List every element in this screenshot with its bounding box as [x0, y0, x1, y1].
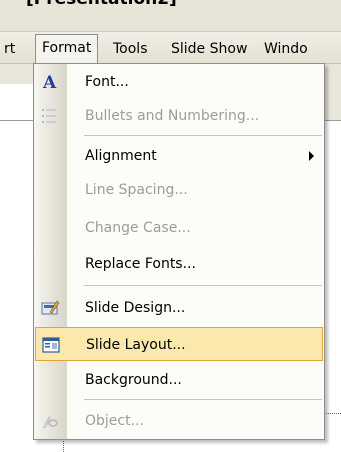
menu-window[interactable]: Windo — [264, 37, 308, 61]
window-title: [Presentation2] — [26, 0, 177, 9]
svg-text:A: A — [42, 73, 57, 92]
menu-item-change-case-label: Change Case... — [85, 220, 191, 236]
menu-slide-show[interactable]: Slide Show — [171, 37, 247, 61]
menu-item-object: Object... — [35, 404, 323, 438]
menu-item-slide-design[interactable]: Slide Design... — [35, 291, 323, 325]
menu-item-slide-layout[interactable]: Slide Layout... — [35, 327, 323, 361]
menu-item-change-case: Change Case... — [35, 211, 323, 245]
menu-item-alignment-label: Alignment — [85, 148, 157, 164]
format-menu-dropdown: A Font... Bullets and Numbering... Align… — [33, 63, 325, 440]
object-icon — [40, 411, 60, 431]
slide-design-icon — [40, 298, 60, 318]
menu-item-bullets-numbering: Bullets and Numbering... — [35, 99, 323, 133]
toolbar-strip-right — [325, 64, 341, 120]
menu-item-object-label: Object... — [85, 413, 144, 429]
menu-tools[interactable]: Tools — [113, 37, 148, 61]
menu-separator — [84, 135, 322, 136]
bullets-icon — [40, 106, 60, 126]
font-icon: A — [40, 72, 60, 93]
menu-item-alignment[interactable]: Alignment — [35, 139, 323, 173]
menu-item-replace-fonts[interactable]: Replace Fonts... — [35, 247, 323, 281]
menu-item-slide-design-label: Slide Design... — [85, 300, 186, 316]
menu-item-line-spacing-label: Line Spacing... — [85, 182, 188, 198]
window-title-bar: [Presentation2] — [0, 0, 341, 32]
menu-item-font[interactable]: A Font... — [35, 65, 323, 99]
menu-insert[interactable]: rt — [4, 37, 15, 61]
menu-item-font-label: Font... — [85, 74, 129, 90]
placeholder-border-h — [324, 413, 341, 414]
menu-item-background[interactable]: Background... — [35, 363, 323, 397]
menu-item-bullets-numbering-label: Bullets and Numbering... — [85, 108, 260, 124]
toolbar-strip — [0, 64, 36, 84]
menu-item-line-spacing: Line Spacing... — [35, 173, 323, 207]
slide-layout-icon — [41, 335, 61, 355]
menu-separator — [84, 285, 322, 286]
menu-separator — [84, 399, 322, 400]
menu-bar: rt Format Tools Slide Show Windo — [0, 32, 341, 65]
submenu-arrow-icon — [309, 151, 314, 161]
menu-item-replace-fonts-label: Replace Fonts... — [85, 256, 196, 272]
menu-item-slide-layout-label: Slide Layout... — [86, 337, 186, 353]
menu-item-background-label: Background... — [85, 372, 182, 388]
menu-format[interactable]: Format — [35, 34, 99, 65]
